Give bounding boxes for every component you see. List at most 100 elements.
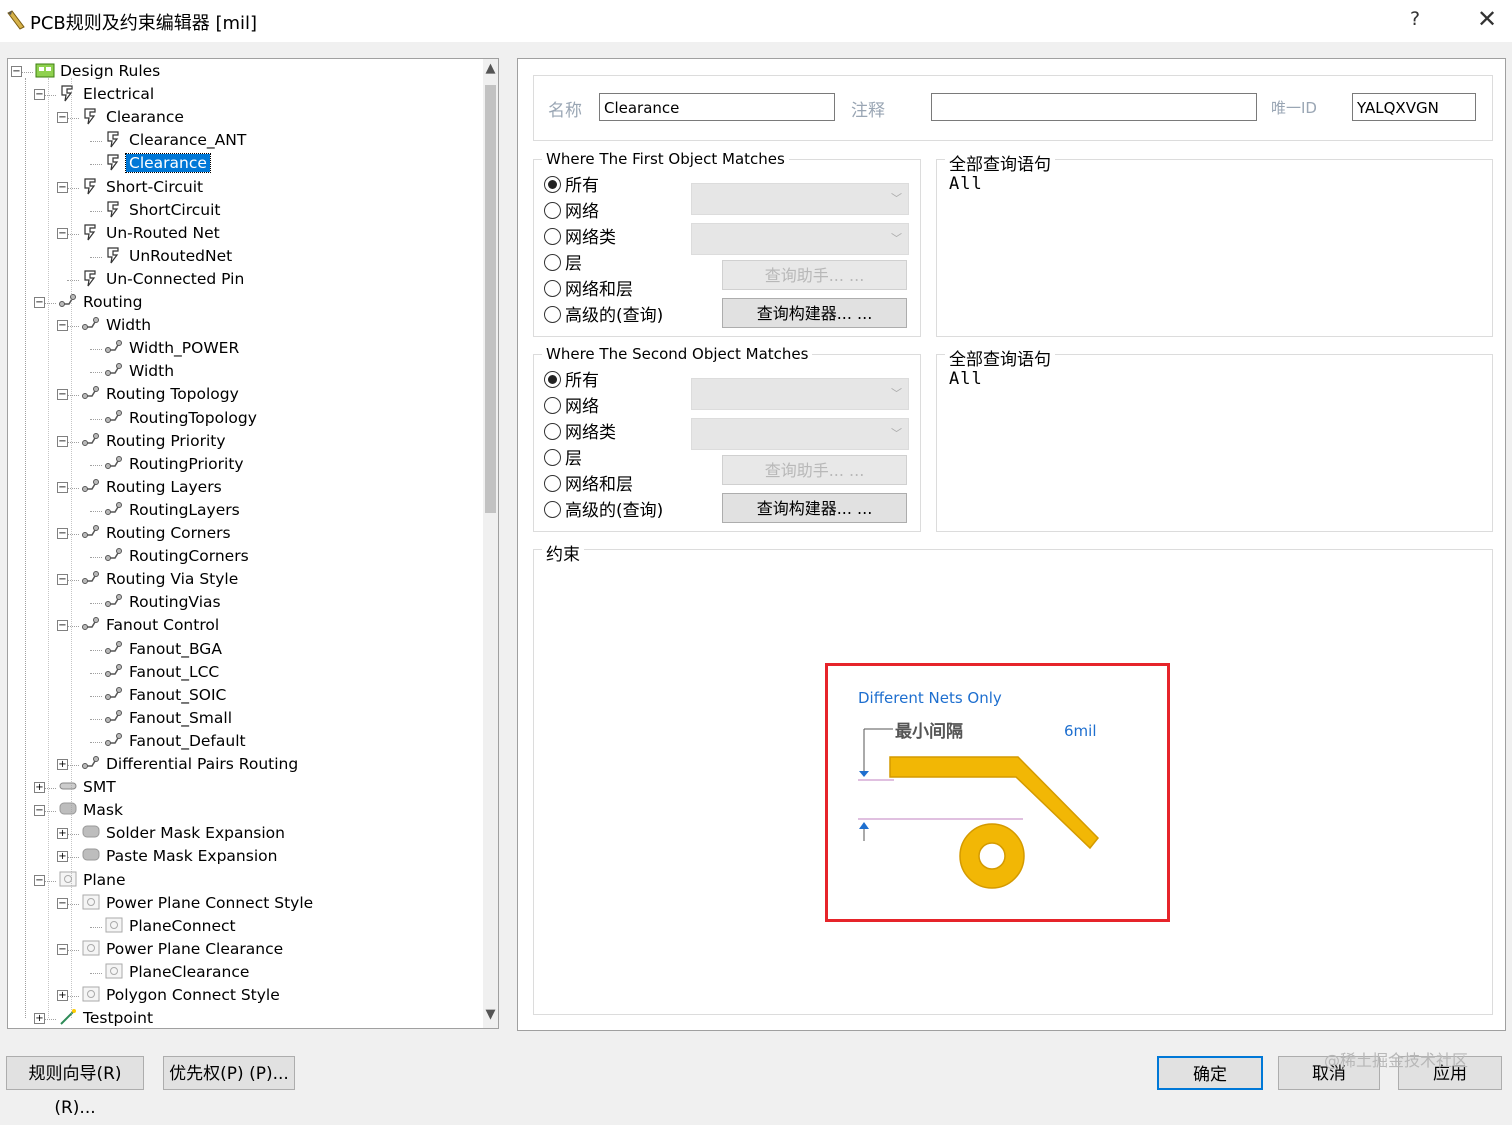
- first-netclass-combo[interactable]: ﹀: [691, 223, 909, 255]
- collapse-icon[interactable]: −: [34, 805, 45, 817]
- tree-item[interactable]: Differential Pairs Routing: [81, 753, 301, 776]
- first-net-combo[interactable]: ﹀: [691, 183, 909, 215]
- collapse-icon[interactable]: −: [34, 297, 45, 308]
- first-query-helper-button[interactable]: 查询助手... ...: [722, 260, 907, 290]
- collapse-icon[interactable]: −: [57, 389, 68, 401]
- radio-circle-icon[interactable]: [544, 254, 561, 271]
- tree-item[interactable]: Electrical: [58, 83, 157, 106]
- tree-item[interactable]: Solder Mask Expansion: [81, 822, 288, 845]
- tree-item[interactable]: Design Rules: [35, 60, 163, 83]
- tree-item[interactable]: UnRoutedNet: [104, 245, 235, 268]
- tree-item[interactable]: RoutingTopology: [104, 407, 260, 430]
- tree-item[interactable]: Clearance_ANT: [104, 129, 249, 152]
- tree-scrollbar[interactable]: ▲ ▼: [483, 59, 498, 1028]
- scope-radio[interactable]: 所有: [544, 173, 599, 199]
- radio-circle-icon[interactable]: [544, 176, 561, 193]
- collapse-icon[interactable]: −: [57, 574, 68, 586]
- tree-item[interactable]: Power Plane Clearance: [81, 938, 286, 961]
- tree-item[interactable]: Width: [81, 314, 154, 337]
- tree-item[interactable]: Polygon Connect Style: [81, 984, 283, 1007]
- tree-item[interactable]: Routing Topology: [81, 383, 242, 406]
- tree-item[interactable]: Paste Mask Expansion: [81, 845, 280, 868]
- collapse-icon[interactable]: −: [57, 227, 68, 239]
- collapse-icon[interactable]: −: [57, 943, 68, 955]
- tree-item[interactable]: Fanout_Small: [104, 707, 235, 730]
- tree-item[interactable]: Un-Connected Pin: [81, 268, 247, 291]
- scope-radio[interactable]: 层: [544, 251, 582, 277]
- rule-name-input[interactable]: Clearance: [599, 93, 835, 121]
- collapse-icon[interactable]: −: [57, 620, 68, 632]
- tree-item[interactable]: PlaneConnect: [104, 915, 239, 938]
- tree-item[interactable]: Un-Routed Net: [81, 222, 223, 245]
- scope-radio[interactable]: 层: [544, 446, 582, 472]
- collapse-icon[interactable]: −: [57, 320, 68, 332]
- expand-icon[interactable]: +: [57, 990, 68, 1001]
- tree-item[interactable]: Power Plane Connect Style: [81, 892, 316, 915]
- tree-item[interactable]: Clearance: [104, 152, 211, 175]
- scope-radio[interactable]: 高级的(查询): [544, 498, 663, 524]
- collapse-icon[interactable]: −: [57, 435, 68, 447]
- collapse-icon[interactable]: −: [11, 66, 22, 77]
- scope-radio[interactable]: 网络和层: [544, 472, 633, 498]
- tree-item[interactable]: Routing Priority: [81, 430, 229, 453]
- scroll-down-icon[interactable]: ▼: [483, 1007, 498, 1025]
- expand-icon[interactable]: +: [57, 759, 68, 770]
- tree-item[interactable]: Fanout_Default: [104, 730, 249, 753]
- tree-item[interactable]: Width_POWER: [104, 337, 242, 360]
- scope-radio[interactable]: 网络类: [544, 225, 616, 251]
- collapse-icon[interactable]: −: [57, 112, 68, 124]
- collapse-icon[interactable]: −: [57, 897, 68, 909]
- second-netclass-combo[interactable]: ﹀: [691, 418, 909, 450]
- scope-radio[interactable]: 所有: [544, 368, 599, 394]
- first-query-builder-button[interactable]: 查询构建器... ...: [722, 298, 907, 328]
- radio-circle-icon[interactable]: [544, 228, 561, 245]
- help-button[interactable]: ?: [1410, 8, 1420, 30]
- scroll-up-icon[interactable]: ▲: [483, 61, 498, 79]
- scope-radio[interactable]: 高级的(查询): [544, 303, 663, 329]
- tree-item[interactable]: Mask: [58, 799, 126, 822]
- second-query-helper-button[interactable]: 查询助手... ...: [722, 455, 907, 485]
- tree-item[interactable]: Fanout_SOIC: [104, 684, 229, 707]
- expand-icon[interactable]: +: [34, 782, 45, 794]
- scope-radio[interactable]: 网络: [544, 199, 599, 225]
- collapse-icon[interactable]: −: [34, 874, 45, 886]
- radio-circle-icon[interactable]: [544, 449, 561, 466]
- scope-radio[interactable]: 网络: [544, 394, 599, 420]
- tree-item[interactable]: Clearance: [81, 106, 187, 129]
- radio-circle-icon[interactable]: [544, 423, 561, 440]
- second-query-text[interactable]: All: [949, 369, 983, 389]
- tree-item[interactable]: RoutingLayers: [104, 499, 243, 522]
- radio-circle-icon[interactable]: [544, 397, 561, 414]
- radio-circle-icon[interactable]: [544, 475, 561, 492]
- comment-input[interactable]: [931, 93, 1257, 121]
- radio-circle-icon[interactable]: [544, 202, 561, 219]
- close-button[interactable]: ✕: [1474, 5, 1500, 33]
- radio-circle-icon[interactable]: [544, 371, 561, 388]
- collapse-icon[interactable]: −: [57, 181, 68, 193]
- expand-icon[interactable]: +: [34, 1013, 45, 1025]
- tree-item[interactable]: Fanout_LCC: [104, 661, 222, 684]
- uid-input[interactable]: YALQXVGN: [1352, 93, 1476, 121]
- radio-circle-icon[interactable]: [544, 306, 561, 323]
- priorities-button[interactable]: 优先权(P) (P)...: [163, 1056, 295, 1090]
- tree-item[interactable]: Plane: [58, 869, 129, 892]
- scope-radio[interactable]: 网络类: [544, 420, 616, 446]
- tree-item[interactable]: RoutingVias: [104, 591, 224, 614]
- second-query-builder-button[interactable]: 查询构建器... ...: [722, 493, 907, 523]
- tree-item[interactable]: PlaneClearance: [104, 961, 252, 984]
- collapse-icon[interactable]: −: [34, 89, 45, 101]
- collapse-icon[interactable]: −: [57, 528, 68, 539]
- ok-button[interactable]: 确定: [1157, 1056, 1263, 1090]
- tree-item[interactable]: RoutingPriority: [104, 453, 247, 476]
- tree-item[interactable]: RoutingCorners: [104, 545, 252, 568]
- tree-item[interactable]: Routing Via Style: [81, 568, 241, 591]
- rule-wizard-button[interactable]: 规则向导(R) (R)...: [6, 1056, 144, 1118]
- tree-item[interactable]: Testpoint: [58, 1007, 156, 1028]
- scroll-thumb[interactable]: [485, 85, 496, 513]
- expand-icon[interactable]: +: [57, 828, 68, 840]
- tree-item[interactable]: Routing Corners: [81, 522, 234, 545]
- tree-item[interactable]: Short-Circuit: [81, 176, 206, 199]
- scope-radio[interactable]: 网络和层: [544, 277, 633, 303]
- radio-circle-icon[interactable]: [544, 501, 561, 518]
- collapse-icon[interactable]: −: [57, 481, 68, 493]
